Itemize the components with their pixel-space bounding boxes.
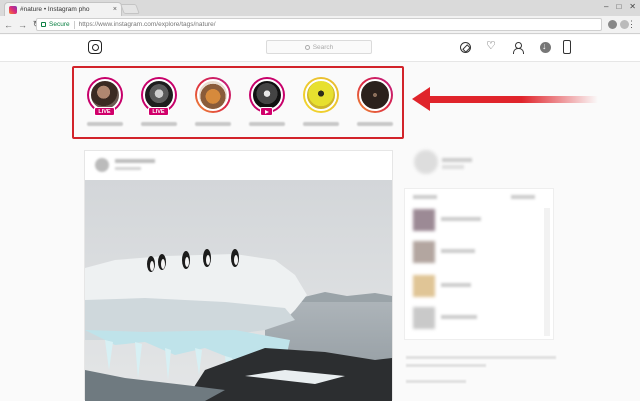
search-input[interactable]: Search (266, 40, 372, 54)
sidebar-story-name-blurred (441, 315, 477, 319)
right-sidebar-blurred (400, 150, 560, 400)
story-avatar (359, 79, 391, 111)
annotation-arrow-shaft (428, 96, 598, 103)
stories-tray-highlight: LIVE LIVE (72, 66, 404, 139)
instagram-header: Search ♡ (0, 35, 640, 62)
sidebar-story-thumb[interactable] (413, 275, 435, 297)
forward-arrow-icon[interactable]: → (17, 20, 28, 30)
sidebar-story-thumb[interactable] (413, 307, 435, 329)
divider (73, 20, 75, 29)
sidebar-card-link-blurred[interactable] (511, 195, 535, 199)
story-username-blurred (195, 122, 231, 126)
activity-heart-icon[interactable]: ♡ (486, 41, 497, 52)
post-header (85, 151, 392, 180)
instagram-favicon-icon (9, 5, 17, 14)
explore-compass-icon[interactable] (460, 42, 471, 53)
post-username-blurred[interactable] (115, 159, 155, 163)
secure-label: Secure (49, 21, 70, 28)
extension-icon[interactable] (608, 20, 617, 29)
live-badge: LIVE (94, 107, 115, 116)
browser-tab[interactable]: #nature • Instagram pho × (4, 2, 122, 16)
sidebar-fullname-blurred (442, 165, 464, 169)
instagram-logo-icon[interactable] (88, 40, 102, 54)
browser-toolbar: ← → ↻ Secure https://www.instagram.com/e… (0, 16, 640, 34)
post-location-blurred (115, 167, 141, 170)
story-item[interactable] (190, 76, 234, 134)
lock-icon (41, 22, 46, 27)
close-window-icon[interactable]: ✕ (629, 2, 636, 11)
url-text[interactable]: https://www.instagram.com/explore/tags/n… (79, 21, 216, 28)
sidebar-story-thumb[interactable] (413, 209, 435, 231)
play-badge-icon (260, 107, 273, 116)
maximize-icon[interactable]: □ (616, 2, 621, 11)
story-ring (303, 77, 339, 113)
sidebar-story-name-blurred (441, 217, 481, 221)
live-badge: LIVE (148, 107, 169, 116)
story-username-blurred (141, 122, 177, 126)
sidebar-username-blurred (442, 158, 472, 162)
penguins-photo (85, 180, 392, 401)
story-item[interactable] (298, 76, 342, 134)
post-photo-penguins-on-ice[interactable] (85, 180, 392, 401)
search-placeholder: Search (312, 43, 334, 51)
annotation-arrow-head-icon (412, 87, 430, 111)
download-extension-icon[interactable] (540, 41, 551, 53)
story-username-blurred (303, 122, 339, 126)
story-avatar (197, 79, 229, 111)
footer-links-blurred[interactable] (406, 364, 486, 367)
tab-title: #nature • Instagram pho (20, 6, 90, 13)
story-item[interactable] (244, 76, 288, 134)
sidebar-card (404, 188, 554, 340)
copyright-blurred (406, 380, 466, 383)
sidebar-card-heading-blurred (413, 195, 437, 199)
story-ring (357, 77, 393, 113)
new-tab-button[interactable] (120, 4, 140, 14)
profile-icon[interactable] (512, 42, 524, 54)
sidebar-story-name-blurred (441, 283, 471, 287)
story-item[interactable]: LIVE (82, 76, 126, 134)
sidebar-story-thumb[interactable] (413, 241, 435, 263)
sidebar-avatar-blurred[interactable] (414, 150, 438, 174)
address-bar[interactable]: Secure https://www.instagram.com/explore… (36, 18, 602, 31)
story-avatar (305, 79, 337, 111)
minimize-icon[interactable]: – (604, 2, 608, 11)
close-tab-icon[interactable]: × (113, 6, 117, 13)
story-ring (195, 77, 231, 113)
mobile-phone-icon[interactable] (563, 40, 571, 54)
back-arrow-icon[interactable]: ← (3, 20, 14, 30)
browser-menu-icon[interactable]: ⋮ (627, 19, 636, 30)
search-icon (304, 44, 310, 50)
story-username-blurred (357, 122, 393, 126)
sidebar-scrollbar[interactable] (544, 208, 550, 336)
post-card (84, 150, 393, 401)
story-item[interactable] (352, 76, 396, 134)
story-item[interactable]: LIVE (136, 76, 180, 134)
story-username-blurred (87, 122, 123, 126)
footer-links-blurred[interactable] (406, 356, 556, 359)
post-avatar-blurred[interactable] (95, 158, 109, 172)
window-controls: – □ ✕ (604, 2, 636, 11)
sidebar-story-name-blurred (441, 249, 475, 253)
browser-tabstrip: #nature • Instagram pho × – □ ✕ (0, 0, 640, 16)
story-username-blurred (249, 122, 285, 126)
